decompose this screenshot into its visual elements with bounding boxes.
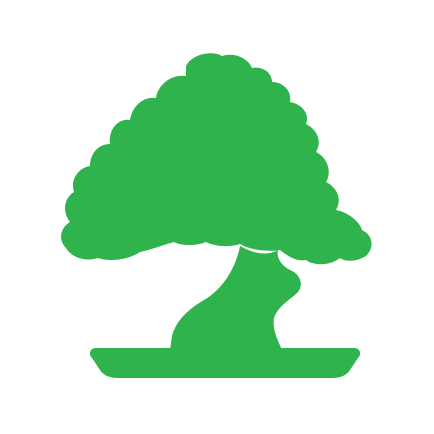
- tree-canopy: [61, 53, 372, 265]
- tree-trunk: [170, 246, 301, 350]
- bonsai-tree-icon: [61, 53, 372, 378]
- bonsai-shape: [61, 53, 372, 378]
- icon-canvas: [0, 0, 434, 434]
- bonsai-pot: [89, 348, 361, 378]
